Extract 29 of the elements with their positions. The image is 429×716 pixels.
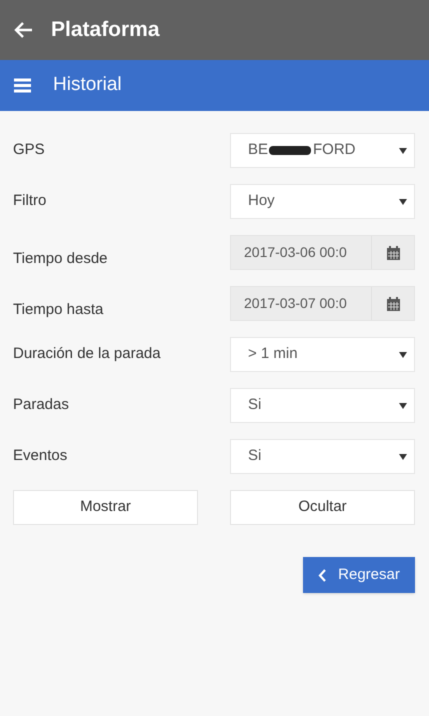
menu-icon[interactable] xyxy=(14,78,31,93)
dropdown[interactable]: > 1 min xyxy=(230,337,415,372)
calendar-icon xyxy=(386,296,400,310)
dropdown[interactable]: Hoy xyxy=(230,184,415,219)
back-arrow-icon[interactable] xyxy=(13,21,33,39)
caret-icon xyxy=(399,402,407,408)
chevron-left-icon xyxy=(318,568,326,582)
dropdown[interactable]: Si xyxy=(230,439,415,474)
action-button[interactable]: Ocultar xyxy=(230,490,415,525)
field-label: Tiempo hasta xyxy=(13,300,104,320)
back-button[interactable]: Regresar xyxy=(303,557,415,593)
caret-icon xyxy=(399,148,407,154)
field-label: Duración de la parada xyxy=(13,344,162,364)
field-label: Paradas xyxy=(13,395,70,416)
caret-icon xyxy=(399,198,407,204)
caret-icon xyxy=(399,352,407,358)
caret-icon xyxy=(399,454,407,460)
dropdown[interactable]: Si xyxy=(230,388,415,423)
action-button[interactable]: Mostrar xyxy=(13,490,198,525)
app-title: Plataforma xyxy=(51,17,160,44)
calendar-icon xyxy=(386,246,400,260)
field-label: Filtro xyxy=(13,191,48,212)
date-field[interactable]: 2017-03-06 00:0 xyxy=(230,235,415,270)
field-label: Tiempo desde xyxy=(13,248,108,268)
field-label: GPS xyxy=(13,140,46,160)
dropdown[interactable]: BE FORD xyxy=(230,133,415,168)
date-field[interactable]: 2017-03-07 00:0 xyxy=(230,286,415,321)
section-title: Historial xyxy=(53,73,122,98)
field-label: Eventos xyxy=(13,446,68,466)
